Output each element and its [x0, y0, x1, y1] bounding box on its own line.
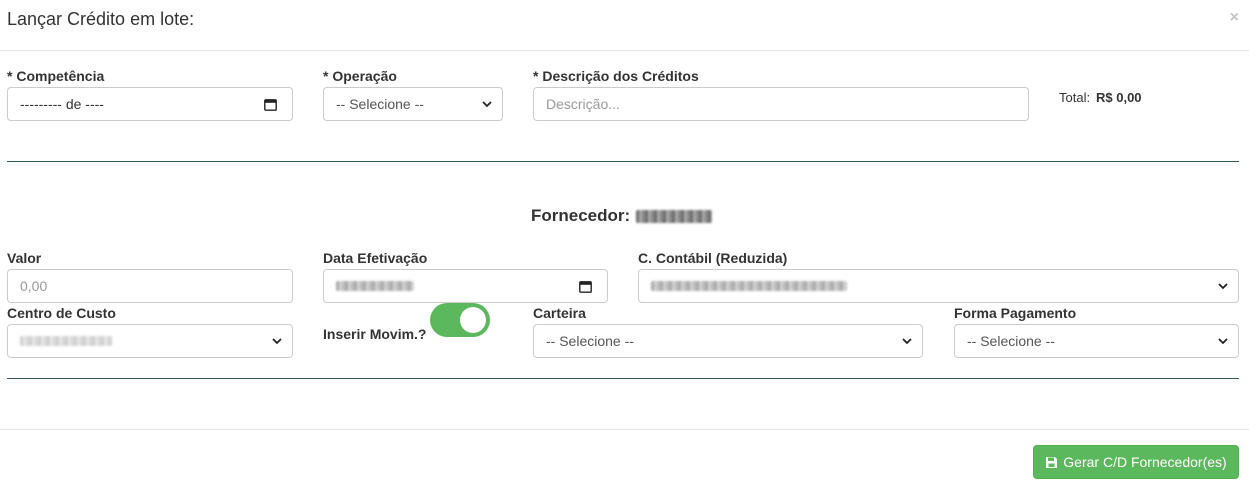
fornecedor-heading: Fornecedor: [531, 206, 713, 226]
fornecedor-name-redacted [636, 209, 713, 223]
inserir-movim-label: Inserir Movim.? [323, 326, 427, 342]
forma-pagamento-label: Forma Pagamento [954, 305, 1077, 321]
chevron-down-icon [1218, 283, 1228, 290]
carteira-selected: -- Selecione -- [546, 333, 634, 349]
gerar-fornecedores-label: Gerar C/D Fornecedor(es) [1063, 454, 1227, 470]
modal-footer-divider [0, 429, 1249, 430]
competencia-label: * Competência [7, 68, 105, 84]
total-label: Total: [1059, 90, 1091, 105]
carteira-label: Carteira [533, 305, 586, 321]
competencia-input[interactable]: --------- de ---- [7, 87, 293, 121]
data-efetivacao-redacted [336, 281, 414, 291]
modal-title: Lançar Crédito em lote: [7, 9, 195, 29]
total-value: R$ 0,00 [1096, 90, 1142, 105]
close-icon[interactable]: × [1230, 9, 1239, 27]
data-efetivacao-label: Data Efetivação [323, 250, 428, 266]
section-divider [7, 161, 1239, 162]
chevron-down-icon [1218, 338, 1228, 345]
centro-custo-select[interactable] [7, 324, 293, 358]
conta-contabil-label: C. Contábil (Reduzida) [638, 250, 788, 266]
gerar-fornecedores-button[interactable]: Gerar C/D Fornecedor(es) [1033, 445, 1239, 479]
data-efetivacao-input[interactable] [323, 269, 608, 303]
chevron-down-icon [482, 101, 492, 108]
inserir-movim-toggle[interactable] [430, 303, 490, 337]
toggle-knob [460, 307, 486, 333]
operacao-label: * Operação [323, 68, 397, 84]
floppy-disk-icon [1046, 456, 1058, 468]
valor-label: Valor [7, 250, 42, 266]
forma-pagamento-selected: -- Selecione -- [967, 333, 1055, 349]
calendar-icon[interactable] [264, 98, 277, 111]
section-divider [7, 378, 1239, 379]
forma-pagamento-select[interactable]: -- Selecione -- [954, 324, 1239, 358]
centro-custo-redacted [20, 336, 112, 346]
modal-header: Lançar Crédito em lote: × [0, 0, 1249, 51]
chevron-down-icon [902, 338, 912, 345]
descricao-input[interactable]: Descrição... [533, 87, 1029, 121]
conta-contabil-select[interactable] [638, 269, 1239, 303]
competencia-value: --------- de ---- [20, 96, 104, 112]
descricao-label: * Descrição dos Créditos [533, 68, 699, 84]
conta-contabil-redacted [651, 281, 847, 291]
valor-input[interactable]: 0,00 [7, 269, 293, 303]
fornecedor-label: Fornecedor: [531, 206, 631, 225]
operacao-selected: -- Selecione -- [336, 96, 424, 112]
chevron-down-icon [272, 338, 282, 345]
descricao-placeholder: Descrição... [546, 96, 620, 112]
calendar-icon[interactable] [579, 280, 592, 293]
valor-placeholder: 0,00 [20, 278, 48, 294]
operacao-select[interactable]: -- Selecione -- [323, 87, 503, 121]
centro-custo-label: Centro de Custo [7, 305, 116, 321]
carteira-select[interactable]: -- Selecione -- [533, 324, 923, 358]
